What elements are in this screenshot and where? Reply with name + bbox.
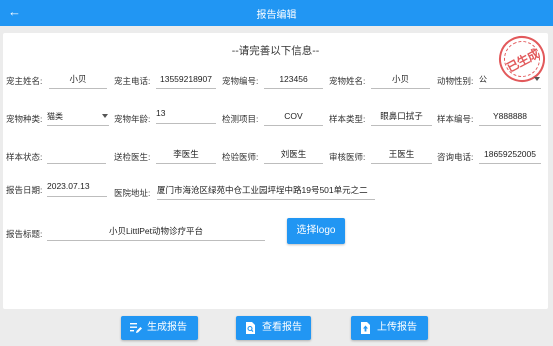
sample-status-label: 样本状态: <box>6 152 43 162</box>
view-report-button[interactable]: 查看报告 <box>236 316 311 340</box>
sender-doctor-label: 送检医生: <box>114 152 151 162</box>
select-logo-button[interactable]: 选择logo <box>287 218 345 244</box>
hospital-address-label: 医院地址: <box>114 188 151 198</box>
pet-age-label: 宠物年龄: <box>114 114 151 124</box>
consult-phone-label: 咨询电话: <box>437 152 474 162</box>
owner-phone-field[interactable]: 13559218907 <box>156 73 216 89</box>
chevron-down-icon <box>102 114 108 118</box>
upload-file-icon <box>361 322 370 334</box>
pet-name-field[interactable]: 小贝 <box>371 73 430 89</box>
pet-species-label: 宠物种类: <box>6 114 43 124</box>
consult-phone-field[interactable]: 18659252005 <box>479 148 541 164</box>
report-title-label: 报告标题: <box>6 229 43 239</box>
pet-id-label: 宠物编号: <box>222 76 259 86</box>
test-item-label: 检测项目: <box>222 114 259 124</box>
report-form-card: --请完善以下信息-- 已生成 宠主姓名: 小贝 宠主电话: 135592189… <box>3 27 553 309</box>
generate-report-button[interactable]: 生成报告 <box>121 316 198 340</box>
report-date-label: 报告日期: <box>6 185 43 195</box>
sample-no-label: 样本编号: <box>437 114 474 124</box>
pet-sex-label: 动物性别: <box>437 76 474 86</box>
pet-species-select[interactable]: 猫类 <box>47 110 109 126</box>
owner-phone-label: 宠主电话: <box>114 76 151 86</box>
report-title-field[interactable]: 小贝LittlPet动物诊疗平台 <box>47 225 265 241</box>
pet-sex-value: 公 <box>479 75 487 84</box>
upload-report-label: 上传报告 <box>377 322 417 333</box>
review-doctor-field[interactable]: 王医生 <box>371 148 432 164</box>
owner-name-field[interactable]: 小贝 <box>49 73 107 89</box>
pet-sex-select[interactable]: 公 <box>479 73 541 89</box>
generate-report-label: 生成报告 <box>147 322 187 333</box>
pet-name-label: 宠物姓名: <box>329 76 366 86</box>
test-doctor-label: 检验医师: <box>222 152 259 162</box>
sample-no-field[interactable]: Y888888 <box>479 110 541 126</box>
test-item-field[interactable]: COV <box>264 110 323 126</box>
owner-name-label: 宠主姓名: <box>6 76 43 86</box>
review-doctor-label: 审核医师: <box>329 152 366 162</box>
chevron-down-icon <box>534 77 540 81</box>
edit-list-icon <box>130 323 142 333</box>
page-title: 报告编辑 <box>256 10 297 21</box>
pet-species-value: 猫类 <box>47 112 63 121</box>
pet-id-field[interactable]: 123456 <box>264 73 323 89</box>
upload-report-button[interactable]: 上传报告 <box>351 316 428 340</box>
document-search-icon <box>246 322 255 334</box>
sample-type-label: 样本类型: <box>329 114 366 124</box>
sender-doctor-field[interactable]: 李医生 <box>156 148 216 164</box>
test-doctor-field[interactable]: 刘医生 <box>264 148 323 164</box>
view-report-label: 查看报告 <box>262 322 302 333</box>
sample-type-field[interactable]: 眼鼻口拭子 <box>371 110 432 126</box>
sample-status-field[interactable] <box>47 148 106 164</box>
app-bar: ← 报告编辑 <box>0 0 553 26</box>
pet-age-field[interactable]: 13 <box>156 108 216 124</box>
form-heading: --请完善以下信息-- <box>231 45 320 57</box>
report-date-field[interactable]: 2023.07.13 <box>47 181 107 197</box>
hospital-address-field[interactable]: 厦门市海沧区绿苑中仓工业园坪埕中路19号501单元之二 <box>157 184 375 200</box>
